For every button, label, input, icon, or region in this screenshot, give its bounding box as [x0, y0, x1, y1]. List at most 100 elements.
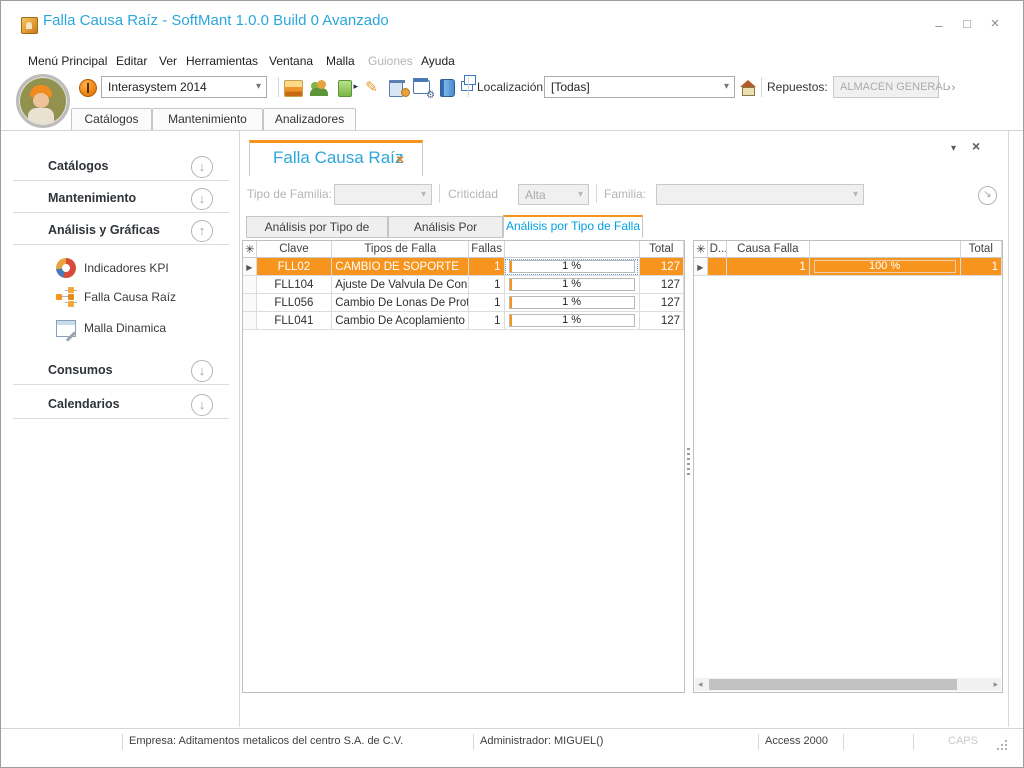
localizacion-combo[interactable]: [Todas] ▾	[544, 76, 735, 98]
table-row[interactable]: ▶ 1 100 % 1	[694, 258, 1002, 276]
localizacion-combo-value: [Todas]	[551, 80, 590, 94]
cell-tipo: CAMBIO DE SOPORTE	[332, 258, 469, 276]
image-icon[interactable]	[284, 78, 303, 97]
document-tab-falla-causa-raiz[interactable]: Falla Causa Raíz ×	[249, 140, 423, 176]
table-row[interactable]: FLL056 Cambio De Lonas De Prot... 1 1 % …	[243, 294, 684, 312]
col-header-clave[interactable]: Clave	[256, 241, 332, 258]
edit-icon[interactable]: ✎	[362, 78, 381, 97]
col-header-pct[interactable]	[504, 241, 639, 258]
divider	[13, 384, 229, 385]
cell-clave: FLL041	[256, 312, 332, 330]
cell-clave: FLL056	[256, 294, 332, 312]
col-header-causa-falla[interactable]: Causa Falla	[726, 241, 809, 258]
repuestos-label: Repuestos:	[767, 76, 828, 98]
tab-catalogos[interactable]: Catálogos	[71, 108, 152, 131]
table-row[interactable]: FLL104 Ajuste De Valvula De Con... 1 1 %…	[243, 276, 684, 294]
export-icon[interactable]	[336, 78, 355, 97]
avatar-body	[28, 108, 54, 124]
company-combo[interactable]: Interasystem 2014 ▾	[101, 76, 267, 98]
chevron-down-circle-icon[interactable]: ↓	[191, 360, 213, 382]
statusbar-administrador: Administrador: MIGUEL()	[480, 728, 603, 754]
chevron-up-circle-icon[interactable]: ↑	[191, 220, 213, 242]
sidebar-group-analisis-y-graficas[interactable]: Análisis y Gráficas	[48, 215, 160, 245]
toolbar-overflow-button[interactable]: ››	[947, 82, 956, 94]
chevron-down-circle-icon[interactable]: ↓	[191, 188, 213, 210]
statusbar-database: Access 2000	[765, 728, 828, 754]
chevron-down-icon[interactable]: ▾	[724, 81, 729, 92]
sidebar-group-consumos[interactable]: Consumos	[48, 355, 113, 385]
document-dropdown-icon[interactable]: ▾	[951, 142, 956, 156]
filter-separator	[439, 184, 440, 203]
sidebar-group-calendarios[interactable]: Calendarios	[48, 389, 120, 419]
cell-pct: 1 %	[504, 312, 639, 330]
col-header-d[interactable]: D...	[707, 241, 726, 258]
tab-close-icon[interactable]: ×	[396, 151, 404, 167]
menu-malla[interactable]: Malla	[326, 52, 355, 70]
select-all-icon[interactable]: ✳	[243, 241, 256, 258]
divider	[1008, 131, 1009, 727]
col-header-fallas[interactable]: Fallas	[469, 241, 504, 258]
tab-analizadores[interactable]: Analizadores	[263, 108, 356, 131]
scrollbar-thumb[interactable]	[709, 679, 957, 690]
sidebar-item-malla-dinamica[interactable]: Malla Dinamica	[56, 318, 166, 337]
home-icon[interactable]	[740, 79, 756, 95]
cell-fallas: 1	[469, 294, 504, 312]
cell-d	[707, 258, 726, 276]
status-power-icon	[79, 79, 97, 97]
table-row[interactable]: ▶ FLL02 CAMBIO DE SOPORTE 1 1 % 127	[243, 258, 684, 276]
resize-grip-icon[interactable]	[997, 748, 999, 750]
splitter-handle-icon[interactable]	[687, 448, 690, 476]
close-icon[interactable]: ×	[985, 16, 1005, 32]
user-avatar[interactable]	[16, 74, 70, 128]
row-indicator-icon: ▶	[697, 263, 703, 272]
scroll-right-icon[interactable]: ▸	[993, 678, 998, 691]
repuestos-field: ALMACÉN GENERAL	[833, 76, 939, 98]
chevron-down-circle-icon[interactable]: ↓	[191, 394, 213, 416]
sidebar-group-mantenimiento[interactable]: Mantenimiento	[48, 183, 136, 213]
divider	[13, 244, 229, 245]
subtab-analisis-por-tipo-de-familia[interactable]: Análisis por Tipo de Familia	[246, 216, 388, 238]
sidebar-item-indicadores-kpi[interactable]: Indicadores KPI	[56, 258, 169, 278]
chevron-down-icon: ▾	[578, 189, 583, 200]
sidebar-item-label: Indicadores KPI	[84, 261, 169, 275]
col-header-total[interactable]: Total	[960, 241, 1002, 258]
cell-tipo: Cambio De Acoplamiento	[332, 312, 469, 330]
familia-combo: ▾	[656, 184, 864, 205]
horizontal-scrollbar[interactable]: ◂ ▸	[695, 678, 1001, 691]
menu-menu-principal[interactable]: Menú Principal	[28, 52, 107, 70]
document-close-icon[interactable]: ×	[972, 139, 980, 153]
statusbar-caps-indicator: CAPS	[948, 728, 978, 754]
tab-mantenimiento[interactable]: Mantenimiento	[152, 108, 263, 131]
scroll-left-icon[interactable]: ◂	[698, 678, 703, 691]
grid-splitter[interactable]	[684, 240, 693, 691]
minimize-icon[interactable]: –	[929, 18, 949, 34]
kpi-pie-icon	[56, 258, 76, 278]
cell-total: 1	[960, 258, 1002, 276]
sidebar-group-catalogos[interactable]: Catálogos	[48, 151, 108, 181]
toolbar-separator	[468, 77, 469, 97]
subtab-analisis-por-tipo-de-falla[interactable]: Análisis por Tipo de Falla	[503, 215, 643, 238]
book-icon[interactable]	[438, 78, 457, 97]
select-all-icon[interactable]: ✳	[694, 241, 707, 258]
collapse-panel-icon[interactable]: ↘	[978, 186, 997, 205]
chevron-down-icon[interactable]: ▾	[256, 81, 261, 92]
menu-editar[interactable]: Editar	[116, 52, 147, 70]
statusbar-empresa: Empresa: Aditamentos metalicos del centr…	[129, 728, 403, 754]
maximize-icon[interactable]: □	[957, 16, 977, 32]
menu-ayuda[interactable]: Ayuda	[421, 52, 455, 70]
table-row[interactable]: FLL041 Cambio De Acoplamiento 1 1 % 127	[243, 312, 684, 330]
chevron-down-circle-icon[interactable]: ↓	[191, 156, 213, 178]
menu-ventana[interactable]: Ventana	[269, 52, 313, 70]
criticidad-combo-value: Alta	[525, 188, 546, 202]
menu-herramientas[interactable]: Herramientas	[186, 52, 258, 70]
users-icon[interactable]	[310, 78, 329, 97]
col-header-tipos-de-falla[interactable]: Tipos de Falla	[332, 241, 469, 258]
sidebar-item-falla-causa-raiz[interactable]: Falla Causa Raíz	[56, 287, 176, 307]
menu-ver[interactable]: Ver	[159, 52, 177, 70]
calculator-icon[interactable]	[388, 78, 407, 97]
window-settings-icon[interactable]: ⚙	[413, 78, 432, 97]
criticidad-label: Criticidad	[448, 184, 498, 205]
col-header-pct[interactable]	[809, 241, 960, 258]
col-header-total[interactable]: Total	[639, 241, 683, 258]
subtab-analisis-por-elemento[interactable]: Análisis Por Elemento	[388, 216, 503, 238]
